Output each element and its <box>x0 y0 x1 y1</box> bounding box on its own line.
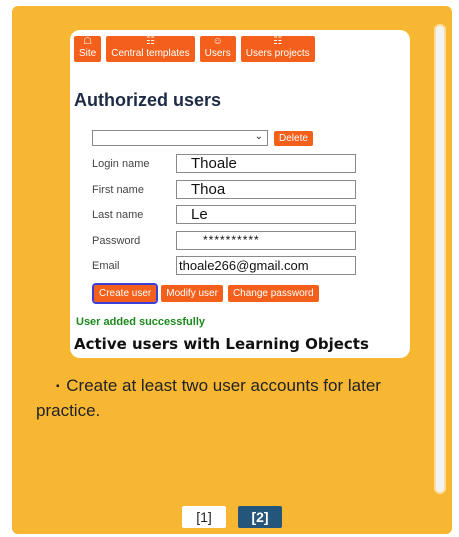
password-row: Password ********** <box>92 231 356 250</box>
scrollbar-thumb[interactable] <box>436 26 444 492</box>
document-icon: ☷ <box>145 36 155 47</box>
first-name-field[interactable]: Thoa <box>176 180 356 199</box>
document-icon: ☷ <box>273 36 283 47</box>
first-name-label: First name <box>92 183 144 196</box>
chevron-down-icon: ⌄ <box>254 131 263 142</box>
login-name-field[interactable]: Thoale <box>176 154 356 173</box>
last-name-row: Last name Le <box>92 205 356 224</box>
page-title: Authorized users <box>74 90 222 110</box>
bullet-icon: ▪ <box>56 380 60 392</box>
instruction-text: Create at least two user accounts for la… <box>36 376 381 420</box>
tab-central-templates-label: Central templates <box>111 48 190 59</box>
page-2-button[interactable]: [2] <box>238 506 282 528</box>
users-icon: ☺ <box>212 36 223 47</box>
tab-site[interactable]: ☖ Site <box>74 36 102 62</box>
email-field[interactable]: thoale266@gmail.com <box>176 256 356 275</box>
instruction-note: ▪ Create at least two user accounts for … <box>36 374 426 423</box>
active-users-heading: Active users with Learning Objects <box>74 335 369 353</box>
last-name-label: Last name <box>92 208 144 221</box>
tab-site-label: Site <box>79 48 97 59</box>
create-user-button[interactable]: Create user <box>91 283 159 304</box>
success-message: User added successfully <box>76 316 206 328</box>
change-password-button[interactable]: Change password <box>227 285 319 302</box>
tab-central-templates[interactable]: ☷ Central templates <box>106 36 195 62</box>
scrollbar-track[interactable] <box>434 24 446 494</box>
tab-users-projects-label: Users projects <box>245 48 310 59</box>
tab-users[interactable]: ☺ Users <box>199 36 236 62</box>
last-name-field[interactable]: Le <box>176 205 356 224</box>
tab-users-projects[interactable]: ☷ Users projects <box>240 36 315 62</box>
password-field[interactable]: ********** <box>176 231 356 250</box>
sitemap-icon: ☖ <box>83 36 93 47</box>
email-label: Email <box>92 259 120 272</box>
embedded-screenshot: ☖ Site ☷ Central templates ☺ Users ☷ Use… <box>70 30 410 358</box>
modify-user-button[interactable]: Modify user <box>161 285 223 302</box>
password-label: Password <box>92 234 141 247</box>
email-row: Email thoale266@gmail.com <box>92 256 356 275</box>
delete-button[interactable]: Delete <box>274 130 313 146</box>
user-select-row: ⌄ Delete <box>92 130 313 146</box>
lesson-card: ☖ Site ☷ Central templates ☺ Users ☷ Use… <box>12 6 452 534</box>
user-actions: Create user Modify user Change password <box>91 283 319 304</box>
login-label: Login name <box>92 157 150 170</box>
first-name-row: First name Thoa <box>92 180 356 199</box>
tab-users-label: Users <box>204 48 231 59</box>
user-select[interactable]: ⌄ <box>92 130 268 146</box>
page: ☖ Site ☷ Central templates ☺ Users ☷ Use… <box>0 0 459 537</box>
admin-tabs: ☖ Site ☷ Central templates ☺ Users ☷ Use… <box>74 36 315 66</box>
pagination: [1] [2] <box>12 506 452 528</box>
login-row: Login name Thoale <box>92 154 356 173</box>
page-1-button[interactable]: [1] <box>182 506 226 528</box>
